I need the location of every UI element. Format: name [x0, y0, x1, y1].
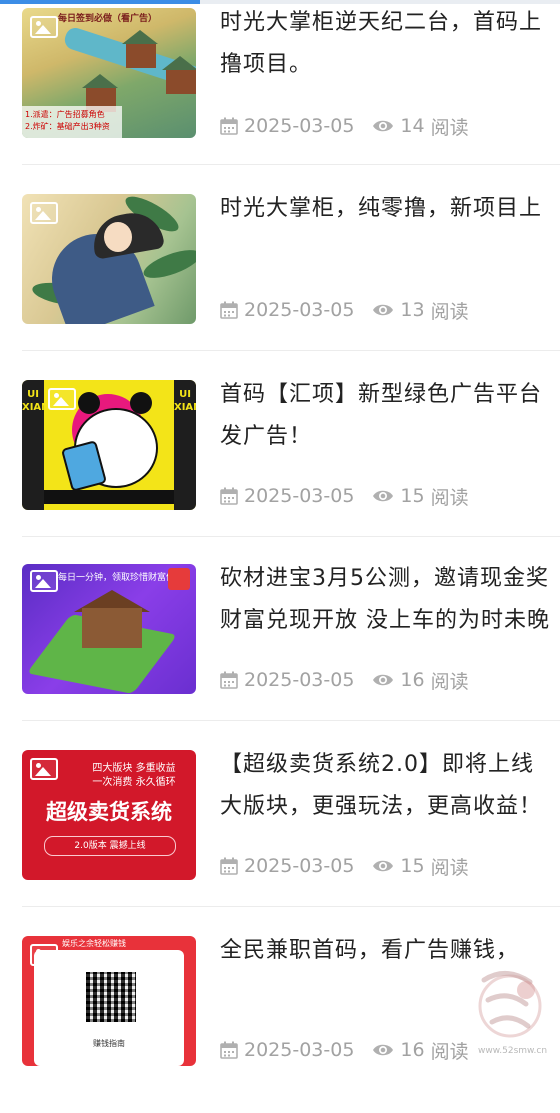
thumb-caption-line: 2.炸矿：基础产出3种资	[25, 122, 110, 131]
thumb-banner: 每日一分钟，领取珍惜财富值	[58, 573, 176, 583]
thumb-caption-line: 1.派遣：广告招募角色	[25, 110, 105, 119]
thumb-top-text: 每日签到必做（看广告）	[58, 14, 158, 24]
article-thumbnail[interactable]	[22, 194, 196, 324]
thumb-text-line: 四大版块 多重收益	[92, 763, 176, 774]
article-title-line[interactable]: 大版块，更强玩法，更高收益！	[220, 786, 560, 828]
article-date: 2025-03-05	[244, 669, 355, 691]
thumb-side-text: UI XIANG	[174, 389, 196, 413]
view-suffix: 阅读	[430, 670, 469, 693]
view-count: 15	[400, 485, 425, 507]
view-count: 16	[400, 669, 425, 691]
article-title-line[interactable]: 时光大掌柜逆天纪二台，首码上	[220, 2, 560, 44]
eye-icon	[373, 490, 394, 502]
calendar-icon	[220, 301, 238, 319]
item-divider	[22, 906, 560, 907]
article-thumbnail[interactable]: 四大版块 多重收益 一次消费 永久循环 超级卖货系统 2.0版本 震撼上线	[22, 750, 196, 880]
article-title[interactable]: 时光大掌柜，纯零撸，新项目上	[220, 188, 560, 230]
view-suffix: 阅读	[430, 856, 469, 879]
article-title-line[interactable]: 发广告！	[220, 416, 560, 458]
view-count: 13	[400, 299, 425, 321]
article-item[interactable]: 四大版块 多重收益 一次消费 永久循环 超级卖货系统 2.0版本 震撼上线 【超…	[0, 742, 560, 927]
item-divider	[22, 536, 560, 537]
article-item[interactable]: 每日签到必做（看广告） 1.派遣：广告招募角色 2.炸矿：基础产出3种资 时光大…	[0, 0, 560, 185]
thumb-headline: 超级卖货系统	[46, 799, 172, 824]
view-suffix: 阅读	[430, 1040, 469, 1063]
eye-icon	[373, 120, 394, 132]
gift-icon	[168, 568, 190, 590]
eye-icon	[373, 674, 394, 686]
article-thumbnail[interactable]: UI XIANG UI XIANG	[22, 380, 196, 510]
thumb-pill: 2.0版本 震撼上线	[44, 836, 176, 856]
article-title[interactable]: 【超级卖货系统2.0】即将上线 大版块，更强玩法，更高收益！	[220, 744, 560, 828]
calendar-icon	[220, 671, 238, 689]
eye-icon	[373, 1044, 394, 1056]
image-placeholder-icon	[48, 388, 76, 410]
article-date: 2025-03-05	[244, 115, 355, 137]
article-item[interactable]: UI XIANG UI XIANG 首码【汇项】新型绿色广告平台 发广告！ 20…	[0, 372, 560, 557]
article-thumbnail[interactable]: 娱乐之余轻松赚钱 赚钱指南	[22, 936, 196, 1066]
article-meta: 2025-03-05 16 阅读	[220, 668, 469, 693]
calendar-icon	[220, 857, 238, 875]
calendar-icon	[220, 1041, 238, 1059]
article-title[interactable]: 首码【汇项】新型绿色广告平台 发广告！	[220, 374, 560, 458]
article-date: 2025-03-05	[244, 485, 355, 507]
article-meta: 2025-03-05 14 阅读	[220, 114, 469, 139]
article-meta: 2025-03-05 15 阅读	[220, 854, 469, 879]
article-title[interactable]: 时光大掌柜逆天纪二台，首码上 撸项目。	[220, 2, 560, 86]
calendar-icon	[220, 117, 238, 135]
item-divider	[22, 720, 560, 721]
article-date: 2025-03-05	[244, 299, 355, 321]
watermark-logo	[478, 971, 542, 1038]
view-suffix: 阅读	[430, 486, 469, 509]
view-count: 15	[400, 855, 425, 877]
thumb-text: 四大版块 多重收益 一次消费 永久循环	[84, 762, 184, 790]
article-title-line[interactable]: 【超级卖货系统2.0】即将上线	[220, 744, 560, 786]
eye-icon	[373, 860, 394, 872]
article-item[interactable]: 每日一分钟，领取珍惜财富值 砍材进宝3月5公测，邀请现金奖 财富兑现开放 没上车…	[0, 556, 560, 741]
article-thumbnail[interactable]: 每日签到必做（看广告） 1.派遣：广告招募角色 2.炸矿：基础产出3种资	[22, 8, 196, 138]
item-divider	[22, 350, 560, 351]
article-title-line[interactable]: 首码【汇项】新型绿色广告平台	[220, 374, 560, 416]
article-meta: 2025-03-05 15 阅读	[220, 484, 469, 509]
image-placeholder-icon	[30, 944, 58, 966]
article-title[interactable]: 砍材进宝3月5公测，邀请现金奖 财富兑现开放 没上车的为时未晚	[220, 558, 560, 642]
thumb-text-line: 一次消费 永久循环	[92, 777, 176, 788]
watermark-url: www.52smw.cn	[478, 1046, 548, 1056]
thumb-guide: 赚钱指南	[93, 1039, 125, 1048]
article-title-line[interactable]: 财富兑现开放 没上车的为时未晚	[220, 600, 560, 642]
image-placeholder-icon	[30, 16, 58, 38]
article-title-line[interactable]: 砍材进宝3月5公测，邀请现金奖	[220, 558, 560, 600]
article-meta: 2025-03-05 16 阅读	[220, 1038, 469, 1063]
calendar-icon	[220, 487, 238, 505]
view-count: 16	[400, 1039, 425, 1061]
item-divider	[22, 164, 560, 165]
view-suffix: 阅读	[430, 300, 469, 323]
thumb-side-text: UI XIANG	[22, 389, 58, 413]
view-count: 14	[400, 115, 425, 137]
thumb-top-text: 娱乐之余轻松赚钱	[62, 939, 126, 948]
image-placeholder-icon	[30, 202, 58, 224]
article-date: 2025-03-05	[244, 855, 355, 877]
thumb-caption: 1.派遣：广告招募角色 2.炸矿：基础产出3种资	[22, 106, 122, 138]
article-meta: 2025-03-05 13 阅读	[220, 298, 469, 323]
eye-icon	[373, 304, 394, 316]
article-thumbnail[interactable]: 每日一分钟，领取珍惜财富值	[22, 564, 196, 694]
view-suffix: 阅读	[430, 116, 469, 139]
article-item[interactable]: 时光大掌柜，纯零撸，新项目上 2025-03-05 13 阅读	[0, 186, 560, 371]
image-placeholder-icon	[30, 570, 58, 592]
article-title-line[interactable]: 时光大掌柜，纯零撸，新项目上	[220, 188, 560, 230]
article-title-line[interactable]: 撸项目。	[220, 44, 560, 86]
image-placeholder-icon	[30, 758, 58, 780]
article-date: 2025-03-05	[244, 1039, 355, 1061]
